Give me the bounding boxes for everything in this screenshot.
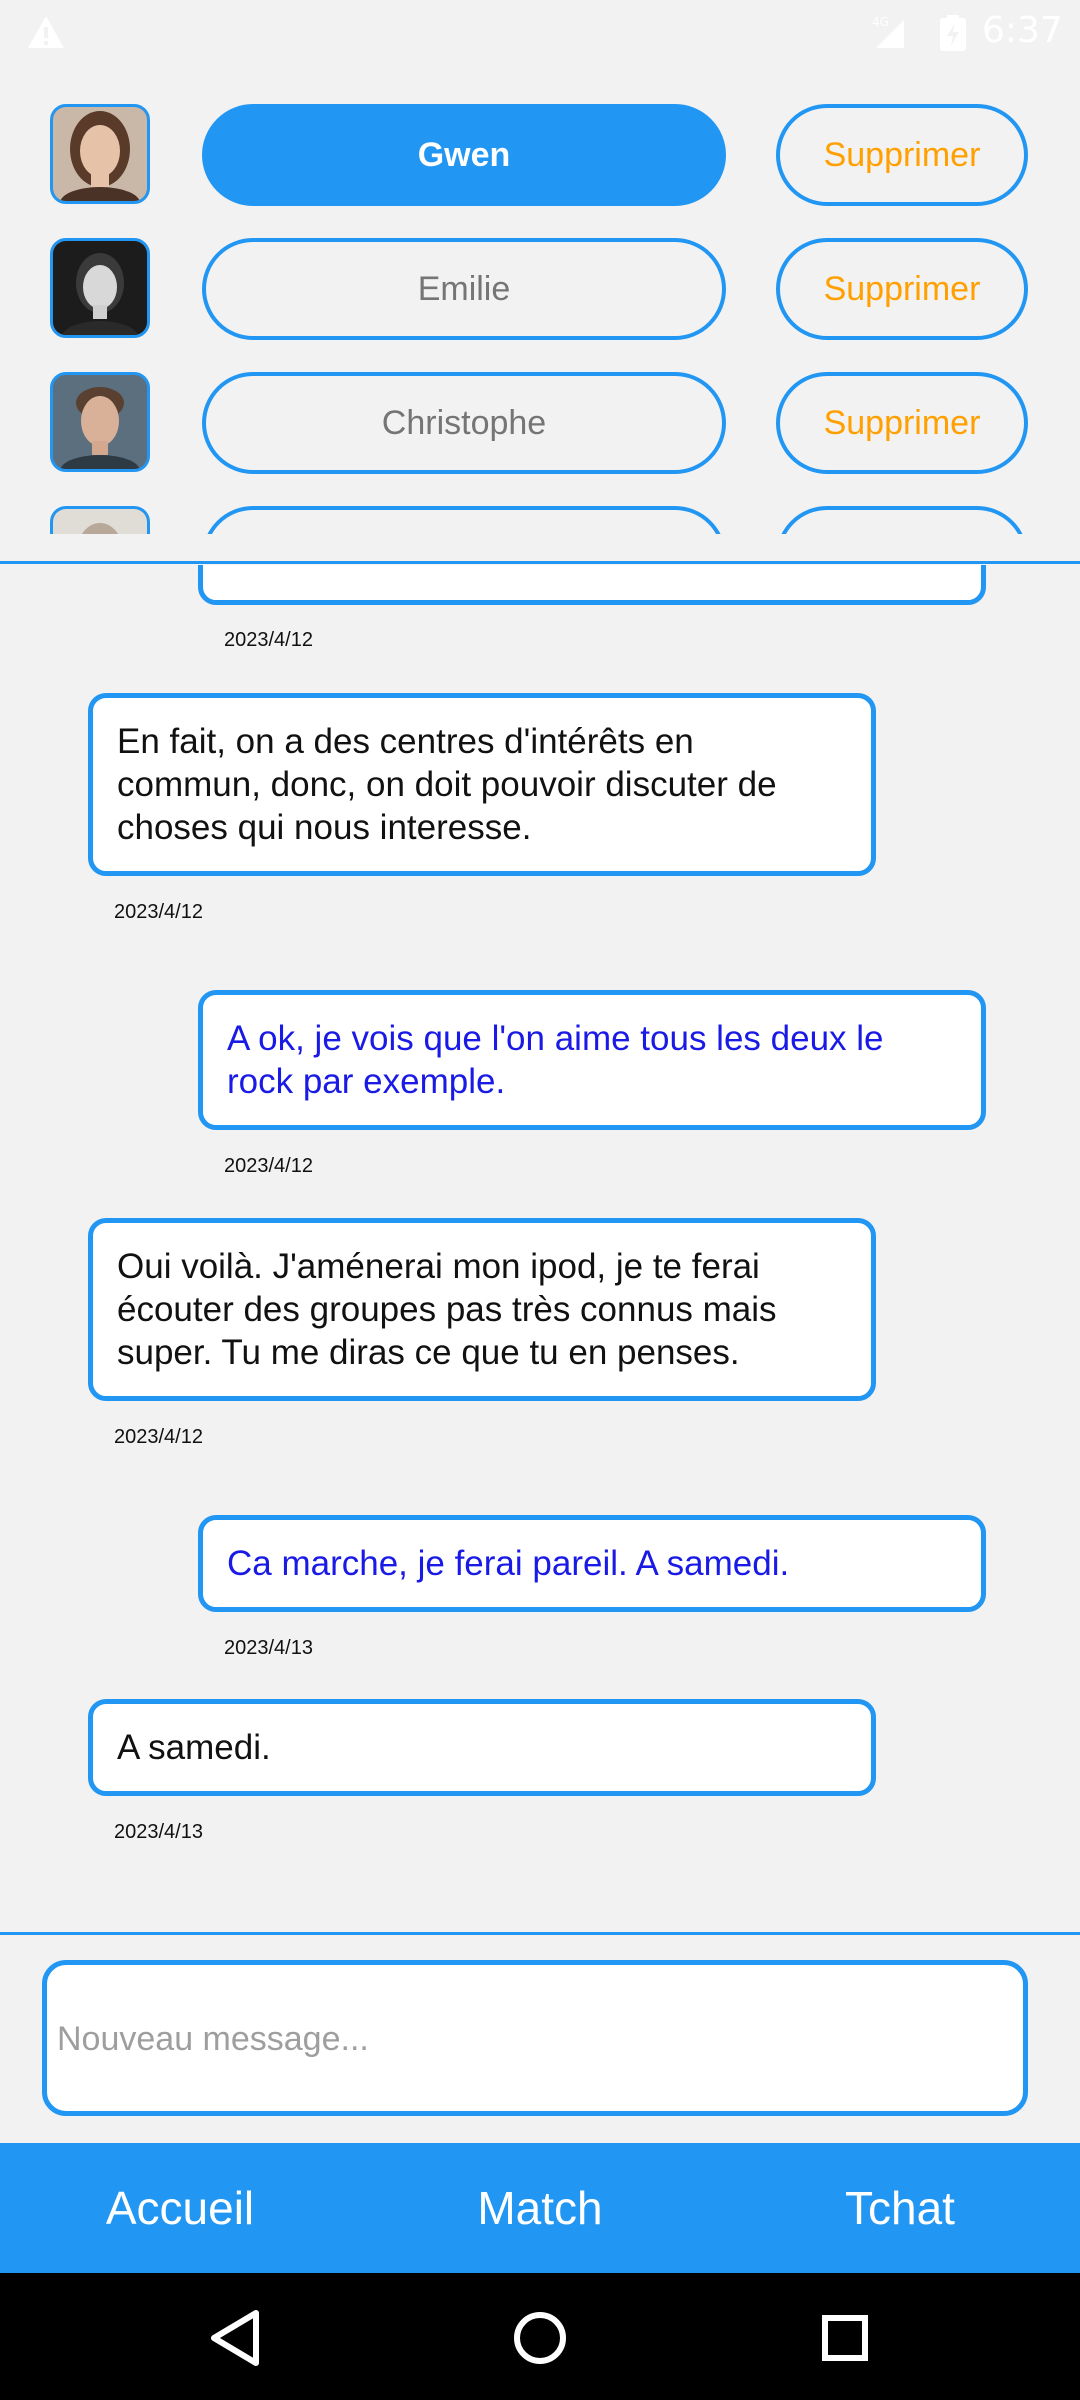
avatar[interactable]: [50, 372, 150, 472]
message-date: 2023/4/12: [224, 629, 313, 651]
nav-tchat[interactable]: Tchat: [750, 2143, 1050, 2273]
message-bubble-sent: A ok, je vois que l'on aime tous les deu…: [198, 990, 986, 1130]
divider: [0, 1932, 1080, 1935]
contact-name-button-christophe[interactable]: Christophe: [202, 372, 726, 474]
contact-row: Emilie Supprimer: [0, 200, 1080, 340]
message-text: En fait, on a des centres d'intérêts en …: [117, 722, 777, 847]
avatar-image: [53, 509, 147, 534]
message-date: 2023/4/13: [114, 1821, 203, 1843]
avatar[interactable]: [50, 104, 150, 204]
message-text: Ca marche, je ferai pareil. A samedi.: [227, 1544, 790, 1583]
system-nav-bar: [0, 2273, 1080, 2400]
message-date: 2023/4/12: [224, 1155, 313, 1177]
recents-icon[interactable]: [810, 2303, 880, 2373]
contact-row: Gwen Supprimer: [0, 66, 1080, 206]
home-icon[interactable]: [505, 2303, 575, 2373]
chat-messages[interactable]: 2023/4/12 En fait, on a des centres d'in…: [0, 565, 1080, 1933]
nav-accueil[interactable]: Accueil: [30, 2143, 330, 2273]
status-time: 6:37: [982, 10, 1063, 51]
message-date: 2023/4/13: [224, 1637, 313, 1659]
message-text: A ok, je vois que l'on aime tous les deu…: [227, 1019, 884, 1101]
back-icon[interactable]: [200, 2303, 270, 2373]
message-date: 2023/4/12: [114, 1426, 203, 1448]
avatar-image: [53, 375, 147, 469]
message-bubble-sent: [198, 565, 986, 605]
divider: [0, 561, 1080, 564]
status-bar: 4G 6:37: [0, 0, 1080, 66]
delete-contact-button[interactable]: Supprimer: [776, 238, 1028, 340]
nav-match[interactable]: Match: [390, 2143, 690, 2273]
avatar[interactable]: [50, 506, 150, 534]
message-text: Oui voilà. J'aménerai mon ipod, je te fe…: [117, 1247, 777, 1372]
message-bubble-sent: Ca marche, je ferai pareil. A samedi.: [198, 1515, 986, 1612]
warning-icon: [28, 16, 64, 48]
message-composer: [42, 1960, 1028, 2116]
contact-name-button-gwen[interactable]: Gwen: [202, 104, 726, 206]
avatar-image: [53, 107, 147, 201]
delete-contact-button[interactable]: Supprimer: [776, 104, 1028, 206]
message-text: A samedi.: [117, 1728, 271, 1767]
contact-name-button[interactable]: [202, 506, 726, 534]
message-date: 2023/4/12: [114, 901, 203, 923]
avatar-image: [53, 241, 147, 335]
avatar[interactable]: [50, 238, 150, 338]
contact-row: [0, 468, 1080, 534]
delete-contact-button[interactable]: [776, 506, 1028, 534]
signal-icon: 4G: [872, 15, 904, 48]
message-bubble-received: A samedi.: [88, 1699, 876, 1796]
bottom-nav: Accueil Match Tchat: [0, 2143, 1080, 2273]
message-input[interactable]: [55, 1965, 1009, 2113]
message-bubble-received: Oui voilà. J'aménerai mon ipod, je te fe…: [88, 1218, 876, 1401]
message-bubble-received: En fait, on a des centres d'intérêts en …: [88, 693, 876, 876]
contacts-list[interactable]: Gwen Supprimer Emilie Supprimer Christop…: [0, 66, 1080, 534]
battery-icon: [940, 15, 966, 51]
contact-row: Christophe Supprimer: [0, 334, 1080, 474]
network-type: 4G: [872, 15, 889, 29]
delete-contact-button[interactable]: Supprimer: [776, 372, 1028, 474]
contact-name-button-emilie[interactable]: Emilie: [202, 238, 726, 340]
